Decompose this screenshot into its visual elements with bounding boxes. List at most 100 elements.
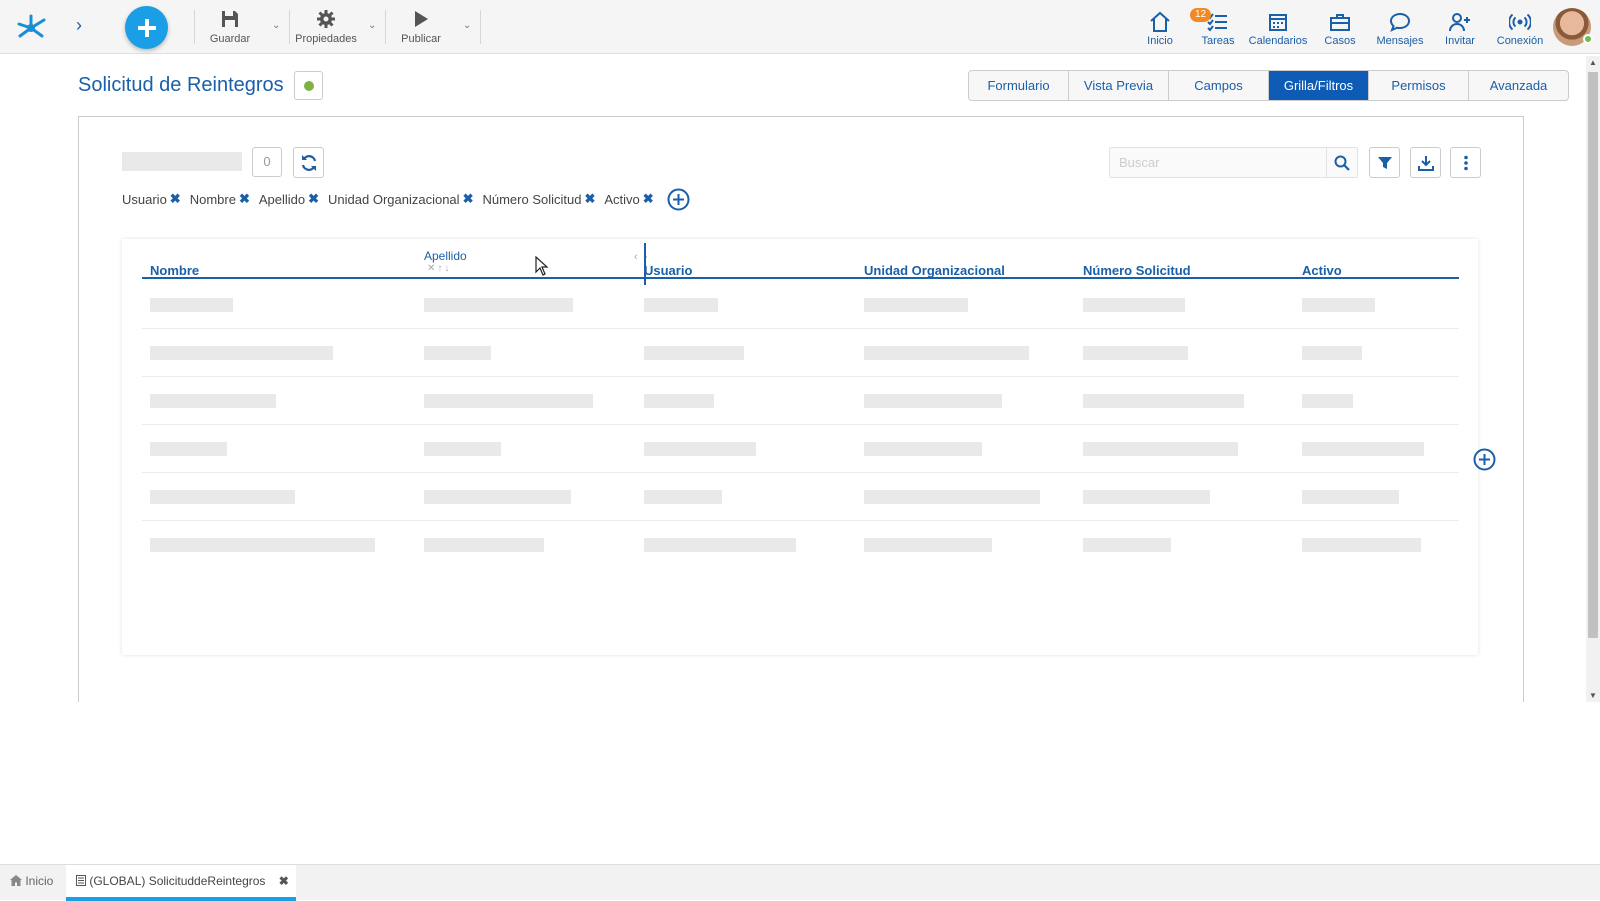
nav-messages-label: Mensajes (1376, 35, 1424, 47)
data-grid: Nombre Apellido ✕↑↓ ‹ › Usuario Unidad O… (122, 239, 1478, 655)
cell-placeholder (864, 538, 992, 552)
more-options-button[interactable] (1450, 147, 1481, 178)
filter-chip-label: Activo (604, 191, 640, 207)
cell-placeholder (644, 394, 714, 408)
record-count: 0 (252, 147, 282, 177)
publish-label: Publicar (401, 33, 441, 45)
column-header-numero-solicitud[interactable]: Número Solicitud (1083, 263, 1191, 278)
publish-dropdown-chevron-icon[interactable]: ⌄ (463, 20, 471, 31)
taskbar-home-label: Inicio (25, 874, 54, 888)
cell-placeholder (150, 394, 276, 408)
broadcast-signal-icon (1509, 13, 1531, 31)
play-icon (415, 11, 428, 27)
sort-controls-icon[interactable]: ✕↑↓ (427, 263, 451, 274)
gear-icon (317, 10, 335, 28)
taskbar-home-tab[interactable]: Inicio (0, 865, 64, 901)
remove-close-icon[interactable]: ✖ (170, 191, 181, 207)
search-icon (1334, 155, 1350, 171)
close-tab-icon[interactable]: ✖ (279, 874, 289, 888)
scroll-down-arrow-icon[interactable]: ▼ (1589, 691, 1597, 700)
download-button[interactable] (1410, 147, 1441, 178)
cell-placeholder (644, 490, 722, 504)
page-title: Solicitud de Reintegros (78, 74, 284, 96)
properties-button[interactable]: Propiedades (293, 8, 359, 48)
remove-close-icon[interactable]: ✖ (239, 191, 250, 207)
tab-avanzada[interactable]: Avanzada (1469, 71, 1568, 100)
download-icon (1417, 155, 1434, 171)
remove-close-icon[interactable]: ✖ (308, 191, 319, 207)
tab-campos[interactable]: Campos (1169, 71, 1269, 100)
nav-connection[interactable]: Conexión (1495, 10, 1545, 48)
scrollbar-thumb[interactable] (1588, 72, 1598, 638)
nav-tasks[interactable]: 12 Tareas (1190, 8, 1236, 48)
remove-close-icon[interactable]: ✖ (584, 191, 595, 207)
chat-bubble-icon (1389, 12, 1411, 32)
column-header-unidad-organizacional[interactable]: Unidad Organizacional (864, 263, 1005, 278)
cell-placeholder (864, 490, 1040, 504)
tab-formulario[interactable]: Formulario (969, 71, 1069, 100)
cell-placeholder (1302, 442, 1424, 456)
cell-placeholder (424, 538, 544, 552)
properties-label: Propiedades (295, 33, 357, 45)
mouse-cursor-icon (535, 256, 549, 276)
cell-placeholder (1302, 346, 1362, 360)
cell-placeholder (864, 394, 1002, 408)
nav-calendars[interactable]: Calendarios (1248, 10, 1308, 48)
cell-placeholder (150, 442, 227, 456)
column-header-nombre[interactable]: Nombre (150, 263, 199, 278)
add-column-plus-icon[interactable] (1473, 448, 1496, 471)
scroll-up-arrow-icon[interactable]: ▲ (1589, 58, 1597, 67)
remove-close-icon[interactable]: ✖ (463, 191, 474, 207)
table-row (142, 281, 1459, 329)
grid-title-placeholder (122, 152, 242, 171)
nav-messages[interactable]: Mensajes (1375, 10, 1425, 48)
table-row (142, 473, 1459, 521)
save-button[interactable]: Guardar (205, 8, 255, 48)
table-row (142, 377, 1459, 425)
briefcase-icon (1330, 14, 1350, 31)
cell-placeholder (424, 298, 573, 312)
remove-close-icon[interactable]: ✖ (643, 191, 654, 207)
taskbar-document-label: (GLOBAL) SolicituddeReintegros (89, 874, 266, 888)
tab-permisos[interactable]: Permisos (1369, 71, 1469, 100)
user-avatar[interactable] (1553, 8, 1593, 46)
create-new-button[interactable] (125, 6, 168, 49)
cell-placeholder (1083, 346, 1188, 360)
cell-placeholder (644, 298, 718, 312)
cell-placeholder (1083, 394, 1244, 408)
nav-invite[interactable]: Invitar (1442, 10, 1478, 48)
calendar-icon (1269, 14, 1287, 31)
cell-placeholder (1302, 490, 1399, 504)
toolbar-separator (194, 10, 195, 44)
search-button[interactable] (1326, 148, 1357, 177)
save-dropdown-chevron-icon[interactable]: ⌄ (272, 20, 280, 31)
vertical-ellipsis-icon (1463, 155, 1468, 170)
filter-chip: Apellido ✖ (259, 191, 319, 207)
add-filter-plus-icon[interactable] (667, 188, 690, 211)
search-input[interactable] (1110, 148, 1328, 177)
nav-tasks-label: Tareas (1201, 35, 1235, 47)
vertical-scrollbar[interactable]: ▲ ▼ (1586, 56, 1600, 702)
app-logo-icon[interactable] (14, 10, 48, 44)
status-indicator-button[interactable] (294, 71, 323, 100)
filter-chip: Activo ✖ (604, 191, 653, 207)
column-header-usuario[interactable]: Usuario (644, 263, 692, 278)
cell-placeholder (424, 346, 491, 360)
refresh-button[interactable] (293, 147, 324, 178)
cell-placeholder (424, 442, 501, 456)
taskbar-active-document-tab[interactable]: (GLOBAL) SolicituddeReintegros ✖ (66, 865, 296, 901)
properties-dropdown-chevron-icon[interactable]: ⌄ (368, 20, 376, 31)
cell-placeholder (150, 346, 333, 360)
column-header-activo[interactable]: Activo (1302, 263, 1342, 278)
chevron-right-icon[interactable]: › (76, 15, 82, 36)
filter-button[interactable] (1369, 147, 1400, 178)
column-header-apellido[interactable]: Apellido (424, 249, 467, 263)
floppy-disk-icon (222, 11, 238, 27)
filter-chips: Usuario ✖ Nombre ✖ Apellido ✖ Unidad Organi… (122, 188, 663, 210)
tab-vista-previa[interactable]: Vista Previa (1069, 71, 1169, 100)
publish-button[interactable]: Publicar (398, 8, 444, 48)
nav-cases[interactable]: Casos (1322, 10, 1358, 48)
filter-chip-label: Unidad Organizacional (328, 191, 460, 207)
tab-grilla-filtros[interactable]: Grilla/Filtros (1269, 71, 1369, 100)
nav-home[interactable]: Inicio (1143, 10, 1177, 48)
